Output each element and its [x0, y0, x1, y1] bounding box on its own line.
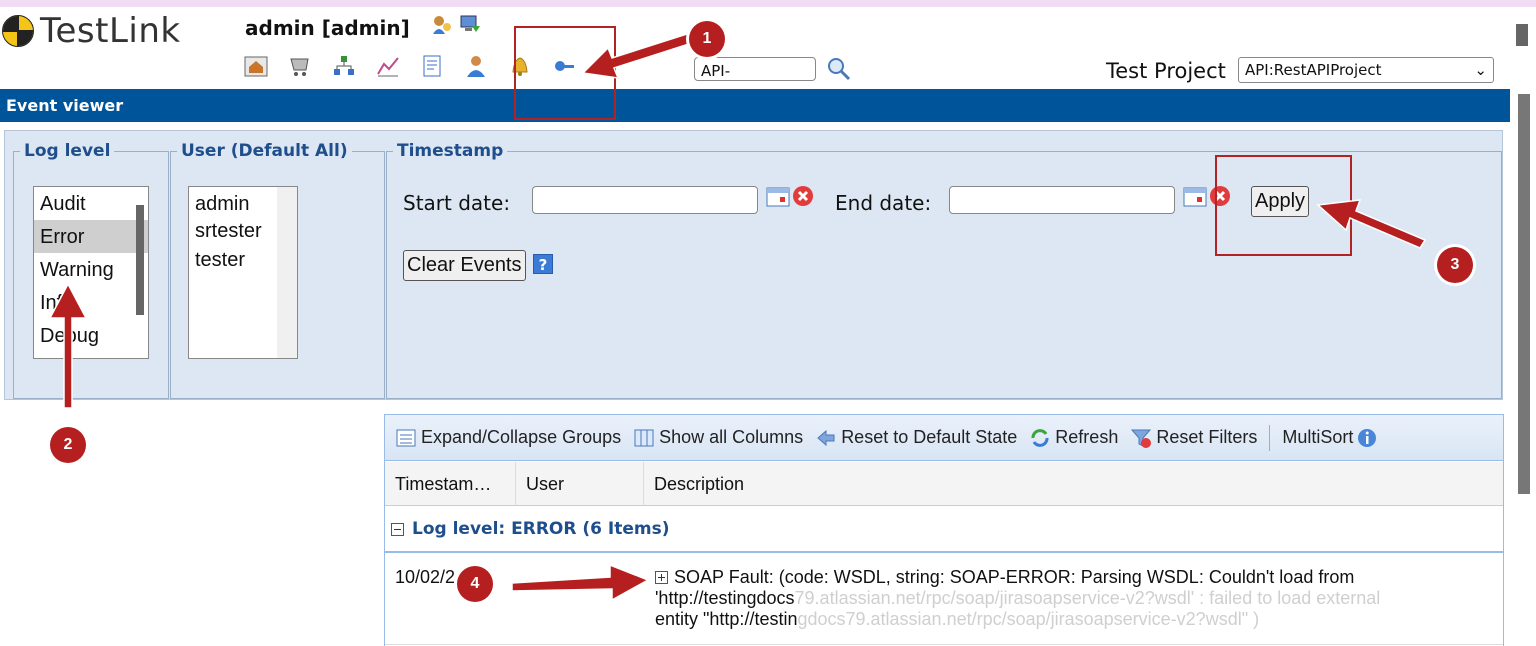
collapse-icon[interactable]: [391, 522, 404, 536]
user-option[interactable]: tester: [189, 243, 297, 276]
tree-icon[interactable]: [331, 53, 357, 79]
start-date-label: Start date:: [403, 191, 511, 215]
group-row-error[interactable]: Log level: ERROR (6 Items): [385, 507, 1503, 553]
show-columns-label: Show all Columns: [659, 427, 804, 447]
log-level-legend: Log level: [24, 141, 111, 161]
row-timestamp: 10/02/2: [395, 567, 456, 587]
user-label: admin [admin]: [245, 16, 410, 40]
refresh-label: Refresh: [1055, 427, 1119, 447]
column-header-description[interactable]: Description: [644, 462, 1503, 505]
info-icon: [1358, 428, 1377, 447]
desc-line-1: SOAP Fault: (code: WSDL, string: SOAP-ER…: [674, 567, 1355, 587]
reset-arrow-icon: [817, 429, 835, 446]
search-icon[interactable]: [826, 56, 852, 82]
start-date-input[interactable]: [532, 186, 758, 214]
top-strip: [0, 0, 1536, 7]
multisort-button[interactable]: MultiSort: [1282, 427, 1382, 449]
log-level-option[interactable]: Info: [34, 286, 148, 319]
document-icon[interactable]: [419, 53, 445, 79]
clear-date-icon[interactable]: [792, 185, 814, 207]
annotation-badge-2: 2: [50, 427, 86, 463]
home-icon[interactable]: [243, 53, 269, 79]
refresh-icon: [1031, 428, 1049, 447]
user-legend: User (Default All): [181, 141, 348, 161]
column-header-timestamp[interactable]: Timestam…: [385, 462, 516, 505]
chart-icon[interactable]: [375, 53, 401, 79]
page-title: Event viewer: [6, 96, 124, 115]
desc-line-2-faded: 79.atlassian.net/rpc/soap/jirasoapservic…: [794, 588, 1381, 608]
project-label: Test Project: [1106, 59, 1226, 83]
calendar-icon[interactable]: [766, 185, 790, 207]
toolbar-separator: [1269, 424, 1271, 451]
chevron-down-icon: ⌄: [1474, 61, 1487, 79]
annotation-badge-1: 1: [689, 21, 725, 57]
end-date-label: End date:: [835, 191, 932, 215]
logo-icon: [2, 15, 34, 47]
desc-line-3-faded: gdocs79.atlassian.net/rpc/soap/jirasoaps…: [797, 609, 1260, 629]
user-listbox[interactable]: admin srtester tester: [188, 186, 298, 359]
logo-text: TestLink: [40, 11, 181, 51]
project-select[interactable]: API:RestAPIProject ⌄: [1238, 57, 1494, 83]
log-level-option[interactable]: Warning: [34, 253, 148, 286]
user-icon[interactable]: [463, 53, 489, 79]
events-grid: Expand/Collapse Groups Show all Columns …: [384, 414, 1504, 646]
log-level-option[interactable]: Audit: [34, 187, 148, 220]
reset-state-button[interactable]: Reset to Default State: [815, 427, 1017, 449]
search-input[interactable]: API-: [694, 57, 816, 81]
show-columns-button[interactable]: Show all Columns: [633, 427, 803, 449]
grid-toolbar: Expand/Collapse Groups Show all Columns …: [385, 415, 1503, 461]
expand-collapse-label: Expand/Collapse Groups: [421, 427, 622, 447]
refresh-button[interactable]: Refresh: [1029, 427, 1118, 449]
timestamp-legend: Timestamp: [397, 141, 504, 161]
annotation-badge-4: 4: [457, 566, 493, 602]
page-root: TestLink admin [admin] API- Test Project…: [0, 0, 1536, 646]
expand-collapse-button[interactable]: Expand/Collapse Groups: [395, 427, 621, 449]
cart-icon[interactable]: [287, 53, 313, 79]
column-header-user[interactable]: User: [516, 462, 644, 505]
log-level-option[interactable]: Debug: [34, 319, 148, 352]
expand-row-icon[interactable]: [655, 571, 668, 584]
table-row[interactable]: 10/02/2 SOAP Fault: (code: WSDL, string:…: [385, 555, 1503, 645]
project-select-value: API:RestAPIProject: [1245, 61, 1382, 79]
logout-icon[interactable]: [458, 12, 482, 36]
reset-filters-label: Reset Filters: [1156, 427, 1258, 447]
grid-header: Timestam… User Description: [385, 462, 1503, 506]
page-scrollbar[interactable]: [1518, 94, 1530, 494]
reset-filters-button[interactable]: Reset Filters: [1130, 427, 1257, 449]
log-level-option-selected[interactable]: Error: [34, 220, 148, 253]
group-label: Log level: ERROR (6 Items): [412, 519, 670, 539]
desc-line-3: entity "http://testin: [655, 609, 798, 629]
multisort-label: MultiSort: [1282, 427, 1354, 447]
page-title-bar: Event viewer: [0, 89, 1510, 122]
log-level-scrollbar[interactable]: [136, 205, 144, 315]
calendar-icon[interactable]: [1183, 185, 1207, 207]
clear-events-button[interactable]: Clear Events: [403, 250, 526, 281]
help-icon[interactable]: ?: [533, 254, 553, 274]
expand-collapse-icon: [396, 429, 416, 446]
annotation-box-3: [1215, 155, 1352, 256]
end-date-input[interactable]: [949, 186, 1175, 214]
testlink-logo[interactable]: TestLink: [2, 11, 181, 51]
columns-icon: [634, 429, 654, 446]
user-settings-icon[interactable]: [430, 12, 454, 36]
annotation-box-1: [514, 26, 616, 120]
reset-state-label: Reset to Default State: [841, 427, 1018, 447]
filter-icon: [1131, 429, 1152, 448]
log-level-listbox[interactable]: Audit Error Warning Info Debug: [33, 186, 149, 359]
desc-line-2: 'http://testingdocs: [655, 588, 795, 608]
annotation-badge-3: 3: [1437, 247, 1473, 283]
row-description: SOAP Fault: (code: WSDL, string: SOAP-ER…: [655, 567, 1475, 630]
scrollbar-top[interactable]: [1516, 24, 1528, 46]
